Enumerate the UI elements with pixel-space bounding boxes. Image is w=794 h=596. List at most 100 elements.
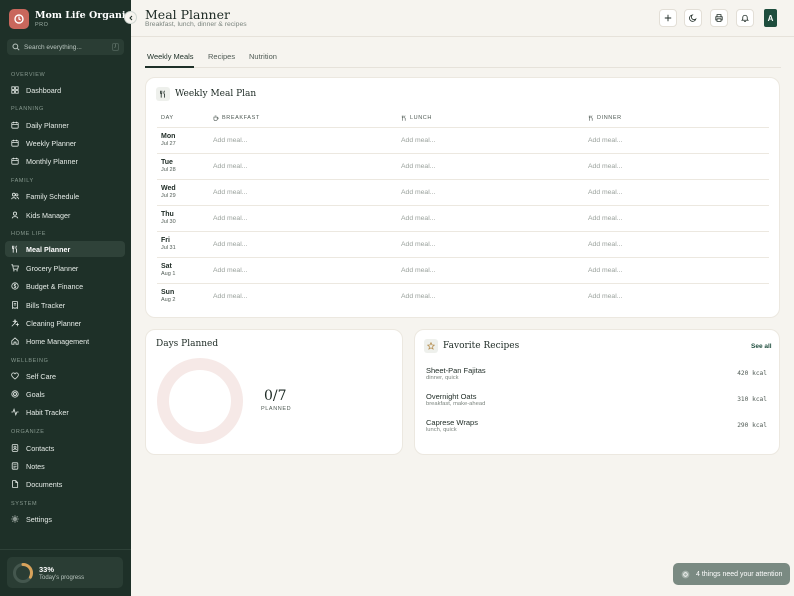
- recipe-calories: 290 kcal: [737, 422, 767, 429]
- lunch-cell[interactable]: Add meal...: [401, 267, 435, 274]
- bell-icon: [741, 14, 749, 22]
- dinner-cell[interactable]: Add meal...: [588, 189, 622, 196]
- recipe-name: Caprese Wraps: [426, 418, 478, 427]
- sidebar-item-contacts[interactable]: Contacts: [5, 440, 125, 456]
- sidebar-item-home-management[interactable]: Home Management: [5, 333, 125, 349]
- add-button[interactable]: [659, 9, 677, 27]
- calendar-icon: [11, 139, 19, 147]
- dinner-cell[interactable]: Add meal...: [588, 267, 622, 274]
- sidebar-item-budget-finance[interactable]: Budget & Finance: [5, 278, 125, 294]
- progress-percent: 33%: [39, 564, 55, 574]
- sidebar-item-self-care[interactable]: Self Care: [5, 368, 125, 384]
- sidebar-item-label: Grocery Planner: [26, 263, 79, 273]
- lunch-cell[interactable]: Add meal...: [401, 293, 435, 300]
- sidebar-item-label: Contacts: [26, 443, 55, 453]
- day-name: Sun: [161, 289, 175, 296]
- dinner-cell[interactable]: Add meal...: [588, 137, 622, 144]
- section-planning: PLANNING: [11, 106, 44, 112]
- activity-icon: [11, 408, 19, 416]
- favorite-recipes-title: Favorite Recipes: [443, 341, 520, 351]
- column-dinner: DINNER: [588, 115, 622, 121]
- utensils-icon: [401, 115, 406, 121]
- gear-icon: [11, 515, 19, 523]
- tab-recipes[interactable]: Recipes: [208, 52, 235, 61]
- section-family: FAMILY: [11, 178, 34, 184]
- row-divider: [157, 179, 769, 180]
- dark-mode-button[interactable]: [684, 9, 702, 27]
- lunch-cell[interactable]: Add meal...: [401, 137, 435, 144]
- lunch-cell[interactable]: Add meal...: [401, 189, 435, 196]
- user-icon: [11, 211, 19, 219]
- day-date: Jul 31: [161, 245, 176, 251]
- see-all-link[interactable]: See all: [751, 343, 772, 350]
- sidebar-item-documents[interactable]: Documents: [5, 476, 125, 492]
- print-button[interactable]: [710, 9, 728, 27]
- sidebar-item-label: Self Care: [26, 371, 56, 381]
- recipe-tags: dinner, quick: [426, 375, 459, 381]
- search-placeholder: Search everything...: [24, 43, 82, 51]
- breakfast-cell[interactable]: Add meal...: [213, 215, 247, 222]
- day-name: Mon: [161, 133, 176, 140]
- cart-icon: [11, 264, 19, 272]
- grid-icon: [11, 86, 19, 94]
- days-planned-title: Days Planned: [156, 339, 219, 349]
- breakfast-cell[interactable]: Add meal...: [213, 267, 247, 274]
- utensils-icon: [588, 115, 593, 121]
- sidebar-item-label: Notes: [26, 461, 45, 471]
- sidebar-item-daily-planner[interactable]: Daily Planner: [5, 117, 125, 133]
- sidebar-item-cleaning-planner[interactable]: Cleaning Planner: [5, 315, 125, 331]
- sidebar-item-meal-planner[interactable]: Meal Planner: [5, 241, 125, 257]
- breakfast-cell[interactable]: Add meal...: [213, 189, 247, 196]
- lunch-cell[interactable]: Add meal...: [401, 241, 435, 248]
- lunch-cell[interactable]: Add meal...: [401, 163, 435, 170]
- daily-progress-card[interactable]: 33% Today's progress: [7, 557, 123, 588]
- notifications-button[interactable]: [736, 9, 754, 27]
- sidebar-item-label: Habit Tracker: [26, 407, 69, 417]
- collapse-sidebar-button[interactable]: [124, 11, 137, 24]
- row-divider: [157, 127, 769, 128]
- avatar[interactable]: A: [764, 9, 777, 27]
- days-planned-card: Days Planned 0/7 PLANNED: [145, 329, 403, 455]
- recipe-name: Overnight Oats: [426, 392, 477, 401]
- sidebar-item-kids-manager[interactable]: Kids Manager: [5, 207, 125, 223]
- active-tab-indicator: [145, 66, 194, 68]
- sidebar-item-monthly-planner[interactable]: Monthly Planner: [5, 153, 125, 169]
- row-divider: [157, 205, 769, 206]
- document-icon: [12, 480, 19, 488]
- note-icon: [11, 462, 19, 470]
- utensils-icon: [156, 87, 170, 101]
- sidebar-item-family-schedule[interactable]: Family Schedule: [5, 188, 125, 204]
- breakfast-cell[interactable]: Add meal...: [213, 293, 247, 300]
- tab-nutrition[interactable]: Nutrition: [249, 52, 277, 61]
- attention-toast[interactable]: 4 things need your attention: [673, 563, 790, 585]
- lunch-cell[interactable]: Add meal...: [401, 215, 435, 222]
- sidebar-item-habit-tracker[interactable]: Habit Tracker: [5, 404, 125, 420]
- dinner-cell[interactable]: Add meal...: [588, 215, 622, 222]
- app-logo-icon: [9, 9, 29, 29]
- tab-weekly-meals[interactable]: Weekly Meals: [147, 52, 194, 61]
- dinner-cell[interactable]: Add meal...: [588, 293, 622, 300]
- days-planned-caption: PLANNED: [261, 406, 292, 412]
- sidebar-item-goals[interactable]: Goals: [5, 386, 125, 402]
- home-icon: [11, 337, 19, 345]
- breakfast-cell[interactable]: Add meal...: [213, 163, 247, 170]
- search-input[interactable]: Search everything... /: [7, 39, 124, 55]
- utensils-icon: [12, 245, 17, 253]
- breakfast-cell[interactable]: Add meal...: [213, 241, 247, 248]
- dinner-cell[interactable]: Add meal...: [588, 241, 622, 248]
- breakfast-cell[interactable]: Add meal...: [213, 137, 247, 144]
- brand[interactable]: Mom Life Organizer PRO: [9, 9, 142, 29]
- sidebar-item-weekly-planner[interactable]: Weekly Planner: [5, 135, 125, 151]
- dinner-cell[interactable]: Add meal...: [588, 163, 622, 170]
- sidebar-item-bills-tracker[interactable]: Bills Tracker: [5, 297, 125, 313]
- alert-icon: [681, 570, 690, 578]
- day-date: Jul 27: [161, 141, 176, 147]
- sidebar: Mom Life Organizer PRO Search everything…: [0, 0, 142, 596]
- heart-icon: [11, 372, 19, 380]
- sidebar-item-settings[interactable]: Settings: [5, 511, 125, 527]
- sidebar-item-label: Goals: [26, 389, 45, 399]
- sidebar-item-notes[interactable]: Notes: [5, 458, 125, 474]
- row-divider: [157, 153, 769, 154]
- sidebar-item-grocery-planner[interactable]: Grocery Planner: [5, 260, 125, 276]
- sidebar-item-dashboard[interactable]: Dashboard: [5, 82, 125, 98]
